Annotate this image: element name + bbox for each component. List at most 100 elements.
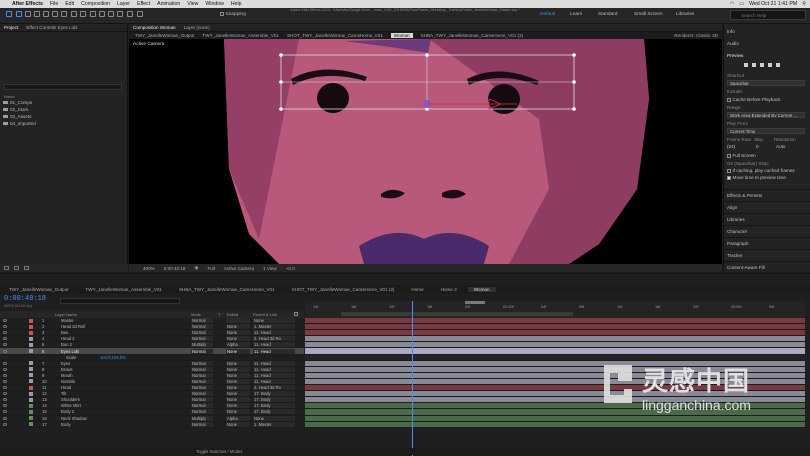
workspace-libraries[interactable]: Libraries (676, 12, 694, 17)
menu-composition[interactable]: Composition (81, 1, 110, 7)
selection-tool-icon[interactable] (16, 11, 22, 17)
parent-dropdown[interactable]: None (253, 318, 295, 324)
spotlight-icon[interactable]: ⚲ (802, 1, 806, 7)
menu-file[interactable]: File (50, 1, 58, 7)
tl-tab-home[interactable]: Home (405, 287, 429, 292)
parent-dropdown[interactable]: 11. Head (253, 360, 295, 366)
info-panel-tab[interactable]: Info (727, 29, 735, 34)
range-dropdown[interactable]: Work Area Extended By Current ... (727, 112, 805, 118)
breadcrumb-woman[interactable]: Woman (390, 33, 413, 38)
parent-dropdown[interactable]: 2. Head 3d Ro (253, 385, 295, 391)
blend-mode-dropdown[interactable]: Normal (191, 324, 213, 330)
header-t[interactable]: T (218, 312, 220, 317)
folder-04-imported[interactable]: 04_Imported (3, 121, 36, 126)
parent-dropdown[interactable]: 11. Head (253, 330, 295, 336)
play-from-dropdown[interactable]: Current Time (727, 128, 805, 134)
shortcut-dropdown[interactable]: Spacebar (727, 80, 805, 86)
zoom-dropdown[interactable]: 400% (143, 266, 155, 271)
app-menu[interactable]: After Effects (12, 1, 43, 7)
brush-tool-icon[interactable] (99, 11, 105, 17)
track-matte-dropdown[interactable]: None (226, 409, 250, 415)
blend-mode-dropdown[interactable]: Normal (191, 385, 213, 391)
label-color-swatch[interactable] (29, 361, 33, 366)
track-matte-dropdown[interactable]: None (226, 385, 250, 391)
audio-panel-tab[interactable]: Audio (727, 41, 739, 46)
zoom-tool-icon[interactable] (34, 11, 40, 17)
visibility-eye-icon[interactable] (3, 319, 7, 323)
layer-name[interactable]: White shirt (61, 403, 81, 408)
label-color-swatch[interactable] (29, 422, 33, 427)
label-color-swatch[interactable] (29, 318, 33, 323)
breadcrumb-output[interactable]: TWY_JanelleWomae_Output (135, 33, 194, 38)
layer-name[interactable]: Body (61, 422, 71, 427)
type-tool-icon[interactable] (90, 11, 96, 17)
puppet-tool-icon[interactable] (137, 11, 143, 17)
visibility-eye-icon[interactable] (3, 410, 7, 414)
track-matte-dropdown[interactable]: None (226, 372, 250, 378)
property-value[interactable]: 104.0,104.0% (100, 355, 126, 360)
move-time-checkbox[interactable]: Move time to preview time (727, 175, 786, 180)
visibility-eye-icon[interactable] (3, 337, 7, 341)
layer-search-input[interactable] (60, 298, 180, 304)
parent-dropdown[interactable]: 11. Head (253, 342, 295, 348)
header-parent[interactable]: Parent & Link (253, 312, 277, 317)
folder-03-assets[interactable]: 03_Assets (3, 114, 31, 119)
parent-dropdown[interactable]: 11. Head (253, 372, 295, 378)
viewer-timecode[interactable]: 0:00:40:18 (164, 266, 186, 271)
blend-mode-dropdown[interactable]: Normal (191, 403, 213, 409)
blend-mode-dropdown[interactable]: Normal (191, 421, 213, 427)
new-folder-icon[interactable] (14, 266, 19, 270)
label-color-swatch[interactable] (29, 336, 33, 341)
first-frame-icon[interactable] (744, 63, 748, 67)
label-color-swatch[interactable] (29, 330, 33, 335)
breadcrumb-assemble[interactable]: TWY_JanelleWomae_Assemble_V01 (202, 33, 279, 38)
project-search-input[interactable] (4, 84, 122, 90)
cache-before-playback-checkbox[interactable]: Cache Before Playback (727, 97, 781, 102)
parent-dropdown[interactable]: 17. Body (253, 403, 295, 409)
blend-mode-dropdown[interactable]: Multiply (191, 342, 213, 348)
label-color-swatch[interactable] (29, 373, 33, 378)
blend-mode-dropdown[interactable]: Normal (191, 366, 213, 372)
parent-dropdown[interactable]: 11. Head (253, 366, 295, 372)
parent-dropdown[interactable]: 2. Head 3d Ro (253, 336, 295, 342)
layer-row[interactable]: 17 Body Normal None 1. Master (0, 421, 304, 428)
track-matte-dropdown[interactable]: None (226, 324, 250, 330)
camera-dropdown[interactable]: Active Camera (224, 266, 254, 271)
visibility-eye-icon[interactable] (3, 398, 7, 402)
layer-name[interactable]: Head 2 (61, 336, 75, 341)
track-matte-dropdown[interactable]: None (226, 403, 250, 409)
label-color-swatch[interactable] (29, 367, 33, 372)
layer-name[interactable]: Tilt (61, 391, 66, 396)
track-matte-dropdown[interactable]: Alpha (226, 342, 250, 348)
track-matte-dropdown[interactable]: None (226, 391, 250, 397)
parent-dropdown[interactable]: 1. Master (253, 324, 295, 330)
battery-icon[interactable]: ▭ (739, 1, 744, 7)
workspace-standard[interactable]: Standard (598, 12, 617, 17)
timeline-timecode[interactable]: 0:00:40:18 (4, 295, 46, 303)
label-color-swatch[interactable] (29, 342, 33, 347)
wifi-icon[interactable]: ◠ (730, 1, 735, 7)
layer-name[interactable]: Bus (61, 330, 68, 335)
breadcrumb-shba[interactable]: SHBA_TWY_JanelleWomae_CamsHome_V01 (2) (421, 33, 524, 38)
layer-name[interactable]: Shoulders (61, 397, 80, 402)
blend-mode-dropdown[interactable]: Normal (191, 318, 213, 324)
tab-project[interactable]: Project (4, 25, 18, 30)
workspace-learn[interactable]: Learn (570, 12, 582, 17)
folder-02-stars[interactable]: 02_Stars (3, 107, 28, 112)
workspace-small-screen[interactable]: Small Screen (634, 12, 663, 17)
trash-icon[interactable] (4, 266, 9, 270)
tl-tab-output[interactable]: TWY_JanelleWomae_Output (3, 287, 74, 292)
skip-dropdown[interactable]: 0 (756, 144, 759, 149)
track-matte-dropdown[interactable]: None (226, 330, 250, 336)
parent-dropdown[interactable]: 11. Head (253, 378, 295, 384)
label-color-swatch[interactable] (29, 349, 33, 354)
views-dropdown[interactable]: 1 View (263, 266, 277, 271)
frame-rate-dropdown[interactable]: (24) (727, 144, 735, 149)
visibility-eye-icon[interactable] (3, 325, 7, 329)
prev-frame-icon[interactable] (752, 63, 756, 67)
workspace-default[interactable]: Default (540, 12, 555, 17)
header-trkmat[interactable]: TrkMat (226, 312, 238, 317)
label-color-swatch[interactable] (29, 397, 33, 402)
full-screen-checkbox[interactable]: Full Screen (727, 153, 756, 158)
snapshot-icon[interactable]: ◉ (194, 265, 198, 271)
